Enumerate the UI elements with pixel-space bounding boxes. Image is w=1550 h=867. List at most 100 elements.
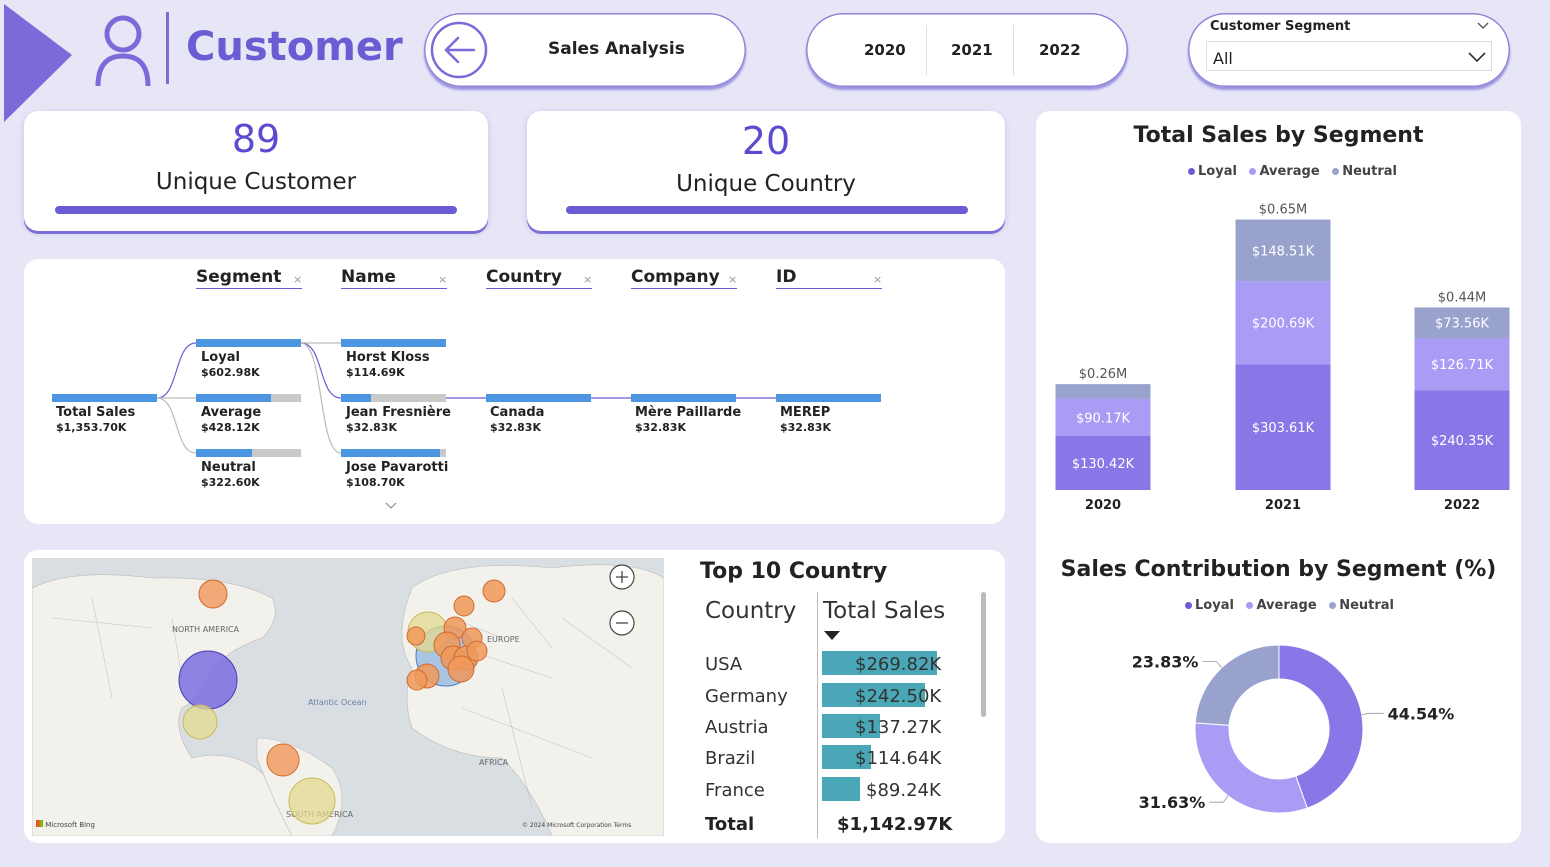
kpi-unique-country-label: Unique Country xyxy=(676,171,856,197)
x-tick-label: 2020 xyxy=(1085,498,1121,513)
map-copyright[interactable]: © 2024 Microsoft Corporation Terms xyxy=(522,822,631,829)
legend-item-neutral: Neutral xyxy=(1329,598,1394,613)
donut-chart-title: Sales Contribution by Segment (%) xyxy=(1060,557,1497,582)
table-row-country: Germany xyxy=(705,686,788,707)
tree-node-bar[interactable] xyxy=(196,394,271,402)
legend-item-average: Average xyxy=(1249,164,1320,179)
tree-node-label: Jose Pavarotti xyxy=(346,460,449,475)
tree-node-value: $114.69K xyxy=(346,366,405,379)
table-row-sales: $137.27K xyxy=(855,717,942,738)
bar-segment-neutral-2020[interactable] xyxy=(1055,384,1151,399)
kpi-unique-customer-card: 89 Unique Customer xyxy=(24,111,488,231)
kpi-unique-country-card: 20 Unique Country xyxy=(527,111,1005,231)
donut-chart: 44.54% 31.63% 23.83% xyxy=(1132,644,1455,814)
segment-dropdown-value: All xyxy=(1213,49,1233,68)
tree-node-value: $32.83K xyxy=(346,421,397,434)
tree-node-value: $32.83K xyxy=(780,421,831,434)
tree-node-bar[interactable] xyxy=(341,449,440,457)
tree-node-bar[interactable] xyxy=(341,394,371,402)
sort-desc-icon[interactable] xyxy=(823,630,841,641)
user-icon xyxy=(95,15,151,87)
tree-node-value: $108.70K xyxy=(346,476,405,489)
year-2020-button[interactable]: 2020 xyxy=(864,41,906,59)
nav-button-label: Sales Analysis xyxy=(548,39,685,59)
chevron-down-icon[interactable] xyxy=(1476,21,1490,31)
map-table-card: NORTH AMERICA Atlantic Ocean EUROPE AFRI… xyxy=(24,550,1005,843)
tree-node-bar[interactable] xyxy=(631,394,736,402)
tree-node-label: Canada xyxy=(490,405,545,420)
donut-leader-line xyxy=(1361,712,1384,716)
donut-slice-average[interactable] xyxy=(1194,722,1308,814)
legend-item-loyal: Loyal xyxy=(1188,164,1237,179)
table-row-sales: $269.82K xyxy=(855,654,942,675)
tree-node-bar[interactable] xyxy=(486,394,591,402)
tree-node-label: Jean Fresnière xyxy=(346,405,451,420)
top10-col-sales[interactable]: Total Sales xyxy=(823,598,945,624)
tree-node-label: MEREP xyxy=(780,405,831,420)
kpi-underline xyxy=(566,206,968,214)
tree-connectors xyxy=(156,342,776,454)
donut-data-label: 31.63% xyxy=(1139,793,1206,812)
zoom-out-icon[interactable] xyxy=(607,608,637,638)
kpi-underline xyxy=(55,206,457,214)
table-row-sales: $114.64K xyxy=(855,748,942,769)
tree-node-bar[interactable] xyxy=(196,449,252,457)
tree-root-value: $1,353.70K xyxy=(56,421,127,434)
year-slicer: 2020 2021 2022 xyxy=(806,13,1128,87)
table-row-country: France xyxy=(705,780,765,801)
scroll-down-chevron-icon[interactable] xyxy=(384,501,398,511)
tree-node-bar[interactable] xyxy=(52,394,157,402)
bar-data-label: $303.61K xyxy=(1252,421,1315,436)
x-tick-label: 2022 xyxy=(1444,498,1480,513)
tree-node-value: $428.12K xyxy=(201,421,260,434)
legend-item-average: Average xyxy=(1246,598,1317,613)
bar-total-label: $0.44M xyxy=(1438,290,1486,305)
tree-root-label: Total Sales xyxy=(56,405,136,420)
donut-chart-legend: Loyal Average Neutral xyxy=(1185,598,1402,613)
donut-slice-neutral[interactable] xyxy=(1194,644,1280,726)
x-tick-label: 2021 xyxy=(1265,498,1301,513)
tree-node-label: Neutral xyxy=(201,460,256,475)
table-scrollbar[interactable] xyxy=(981,592,986,717)
top10-col-country[interactable]: Country xyxy=(705,598,796,624)
tree-node-label: Average xyxy=(201,405,262,420)
bar-total-label: $0.26M xyxy=(1079,367,1127,382)
kpi-unique-customer-value: 89 xyxy=(231,117,281,161)
donut-data-label: 23.83% xyxy=(1132,653,1199,672)
header-arrow-decoration xyxy=(4,4,72,122)
world-map[interactable]: NORTH AMERICA Atlantic Ocean EUROPE AFRI… xyxy=(32,558,664,836)
year-2021-button[interactable]: 2021 xyxy=(951,41,993,59)
dropdown-chevron-icon xyxy=(1468,52,1486,63)
bar-data-label: $90.17K xyxy=(1076,411,1130,426)
bar-data-label: $73.56K xyxy=(1435,317,1489,332)
sales-analysis-nav-button[interactable]: Sales Analysis xyxy=(424,13,746,87)
tree-node-bar[interactable] xyxy=(341,339,446,347)
legend-item-neutral: Neutral xyxy=(1332,164,1397,179)
donut-data-label: 44.54% xyxy=(1388,704,1455,723)
tree-node-bar[interactable] xyxy=(776,394,881,402)
year-2022-button[interactable]: 2022 xyxy=(1039,41,1081,59)
segment-slicer-label: Customer Segment xyxy=(1210,19,1351,34)
tree-node-label: Loyal xyxy=(201,350,240,365)
table-row-country: Brazil xyxy=(705,748,756,769)
zoom-in-icon[interactable] xyxy=(607,562,637,592)
bar-data-label: $148.51K xyxy=(1252,244,1315,259)
customer-segment-slicer: Customer Segment All xyxy=(1188,13,1510,87)
bar-data-label: $200.69K xyxy=(1252,317,1315,332)
bar-data-label: $240.35K xyxy=(1431,434,1494,449)
bar-chart-legend: Loyal Average Neutral xyxy=(1188,164,1405,179)
donut-leader-line xyxy=(1202,661,1223,668)
tree-node-bar[interactable] xyxy=(196,339,301,347)
donut-leader-line xyxy=(1209,795,1229,803)
header-divider xyxy=(166,12,169,84)
decomposition-tree-card: Segment × Name × Country × Company × ID … xyxy=(24,259,1005,524)
segment-dropdown[interactable]: All xyxy=(1206,41,1492,71)
table-row-country: Austria xyxy=(705,717,769,738)
table-total-value: $1,142.97K xyxy=(837,814,953,835)
stacked-bar-chart: $130.42K $90.17K $0.26M 2020 $303.61K $200.69… xyxy=(1055,203,1510,513)
column-divider xyxy=(817,592,818,838)
tree-node-value: $32.83K xyxy=(490,421,541,434)
bar-total-label: $0.65M xyxy=(1259,203,1307,218)
page-title: Customer xyxy=(186,24,403,70)
kpi-unique-country-value: 20 xyxy=(741,119,791,163)
